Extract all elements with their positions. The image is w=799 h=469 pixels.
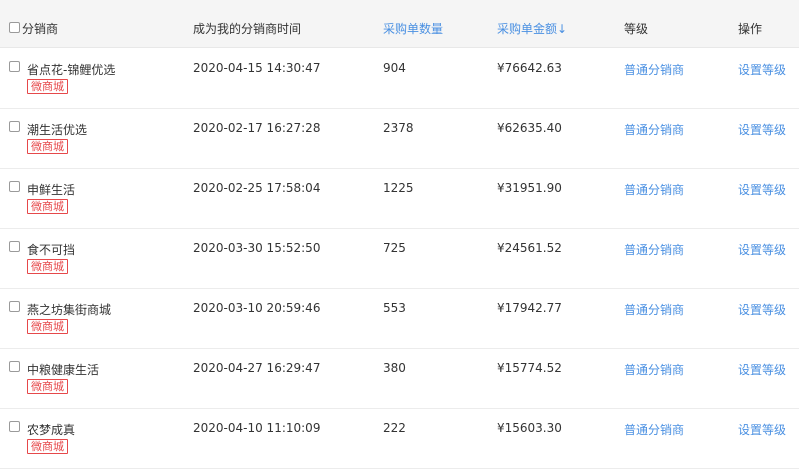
channel-badge: 微商城 (27, 199, 68, 214)
channel-badge: 微商城 (27, 259, 68, 274)
order-count: 553 (383, 301, 406, 315)
header-time: 成为我的分销商时间 (193, 22, 302, 36)
join-time: 2020-02-17 16:27:28 (193, 121, 321, 135)
join-time: 2020-03-10 20:59:46 (193, 301, 321, 315)
select-all-checkbox[interactable] (9, 22, 20, 33)
order-amount: ¥17942.77 (497, 301, 562, 315)
order-count: 222 (383, 421, 406, 435)
table-header: 分销商 成为我的分销商时间 采购单数量 采购单金额↓ 等级 操作 (0, 0, 799, 48)
set-level-link[interactable]: 设置等级 (738, 301, 786, 318)
join-time: 2020-03-30 15:52:50 (193, 241, 321, 255)
row-checkbox[interactable] (9, 361, 20, 372)
order-amount: ¥15603.30 (497, 421, 562, 435)
row-checkbox[interactable] (9, 301, 20, 312)
set-level-link[interactable]: 设置等级 (738, 241, 786, 258)
header-order-amount[interactable]: 采购单金额↓ (497, 20, 567, 37)
header-level: 等级 (624, 22, 649, 36)
join-time: 2020-02-25 17:58:04 (193, 181, 321, 195)
table-row: 省点花-锦鲤优选 微商城 2020-04-15 14:30:47 904 ¥76… (0, 48, 799, 109)
header-action: 操作 (738, 22, 763, 36)
table-row: 食不可挡 微商城 2020-03-30 15:52:50 725 ¥24561.… (0, 228, 799, 289)
channel-badge: 微商城 (27, 139, 68, 154)
order-amount: ¥24561.52 (497, 241, 562, 255)
level-link[interactable]: 普通分销商 (624, 301, 684, 318)
set-level-link[interactable]: 设置等级 (738, 121, 786, 138)
table-row: 中粮健康生活 微商城 2020-04-27 16:29:47 380 ¥1577… (0, 348, 799, 409)
level-link[interactable]: 普通分销商 (624, 121, 684, 138)
join-time: 2020-04-15 14:30:47 (193, 61, 321, 75)
order-count: 725 (383, 241, 406, 255)
set-level-link[interactable]: 设置等级 (738, 361, 786, 378)
distributor-name: 食不可挡 (27, 243, 76, 257)
set-level-link[interactable]: 设置等级 (738, 421, 786, 438)
table-row: 农梦成真 微商城 2020-04-10 11:10:09 222 ¥15603.… (0, 408, 799, 469)
level-link[interactable]: 普通分销商 (624, 181, 684, 198)
distributor-name: 中粮健康生活 (27, 363, 100, 377)
row-checkbox[interactable] (9, 241, 20, 252)
table-row: 潮生活优选 微商城 2020-02-17 16:27:28 2378 ¥6263… (0, 108, 799, 169)
header-distributor: 分销商 (22, 22, 59, 36)
order-amount: ¥15774.52 (497, 361, 562, 375)
channel-badge: 微商城 (27, 79, 68, 94)
order-amount: ¥62635.40 (497, 121, 562, 135)
order-count: 2378 (383, 121, 414, 135)
order-amount: ¥76642.63 (497, 61, 562, 75)
level-link[interactable]: 普通分销商 (624, 61, 684, 78)
order-count: 904 (383, 61, 406, 75)
distributor-name: 农梦成真 (27, 423, 76, 437)
table-row: 燕之坊集街商城 微商城 2020-03-10 20:59:46 553 ¥179… (0, 288, 799, 349)
order-count: 1225 (383, 181, 414, 195)
set-level-link[interactable]: 设置等级 (738, 61, 786, 78)
distributor-name: 燕之坊集街商城 (27, 303, 112, 317)
row-checkbox[interactable] (9, 181, 20, 192)
distributor-name: 省点花-锦鲤优选 (27, 63, 116, 77)
join-time: 2020-04-27 16:29:47 (193, 361, 321, 375)
order-amount: ¥31951.90 (497, 181, 562, 195)
channel-badge: 微商城 (27, 439, 68, 454)
row-checkbox[interactable] (9, 121, 20, 132)
channel-badge: 微商城 (27, 379, 68, 394)
distributor-name: 潮生活优选 (27, 123, 88, 137)
table-row: 申鲜生活 微商城 2020-02-25 17:58:04 1225 ¥31951… (0, 168, 799, 229)
row-checkbox[interactable] (9, 61, 20, 72)
level-link[interactable]: 普通分销商 (624, 421, 684, 438)
row-checkbox[interactable] (9, 421, 20, 432)
set-level-link[interactable]: 设置等级 (738, 181, 786, 198)
join-time: 2020-04-10 11:10:09 (193, 421, 321, 435)
level-link[interactable]: 普通分销商 (624, 241, 684, 258)
channel-badge: 微商城 (27, 319, 68, 334)
level-link[interactable]: 普通分销商 (624, 361, 684, 378)
order-count: 380 (383, 361, 406, 375)
header-order-count[interactable]: 采购单数量 (383, 20, 443, 37)
distributor-name: 申鲜生活 (27, 183, 76, 197)
